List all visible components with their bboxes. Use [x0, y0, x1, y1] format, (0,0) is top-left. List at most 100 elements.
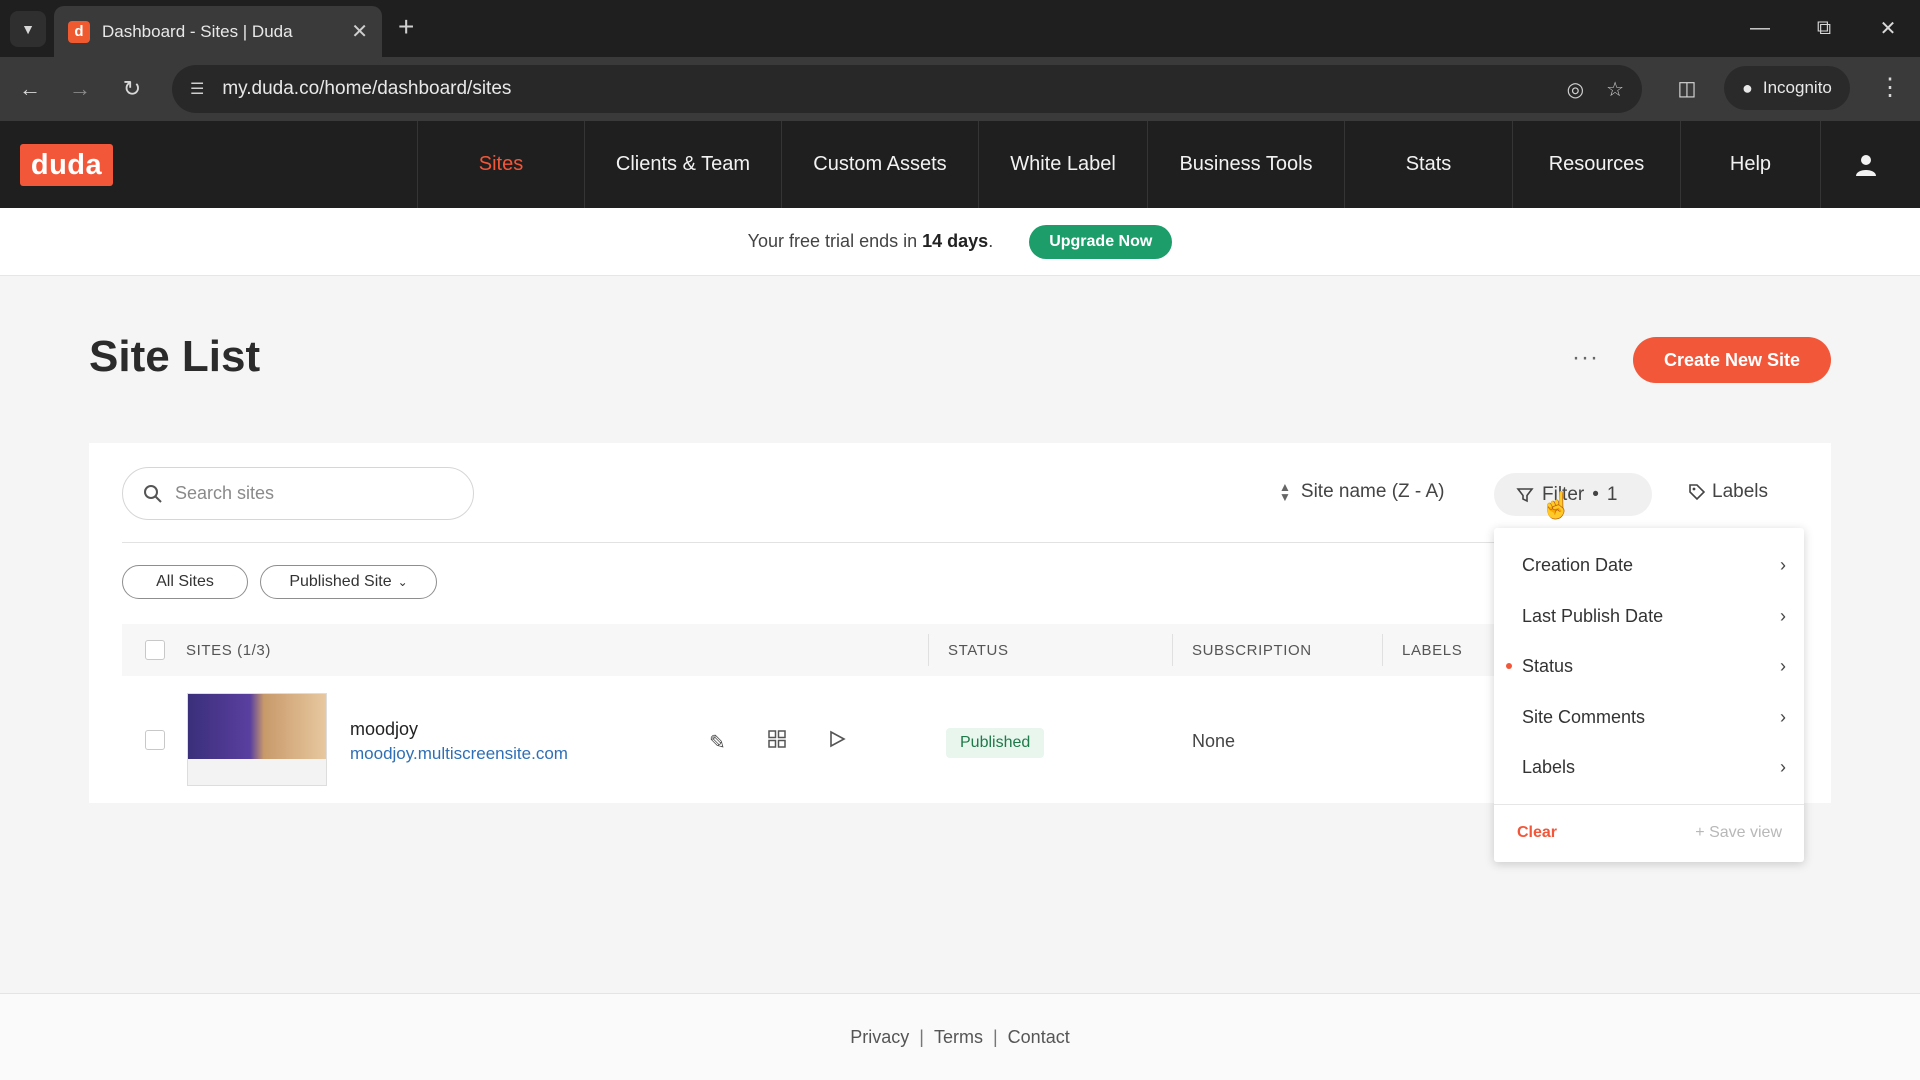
trial-days: 14 days — [922, 231, 989, 251]
site-url-link[interactable]: moodjoy.multiscreensite.com — [350, 744, 568, 764]
forward-icon[interactable]: → — [62, 71, 98, 107]
select-all-checkbox[interactable] — [145, 640, 165, 660]
window-controls: — ⧉ ✕ — [1728, 0, 1920, 57]
dashboard-grid-icon[interactable] — [768, 730, 786, 754]
favicon-icon: d — [68, 20, 90, 43]
page-title: Site List — [89, 332, 261, 381]
header-separator — [928, 634, 929, 666]
chevron-right-icon: › — [1780, 706, 1786, 727]
nav-resources[interactable]: Resources — [1513, 121, 1681, 208]
browser-tab[interactable]: d Dashboard - Sites | Duda ✕ — [54, 6, 382, 57]
save-view-label: Save view — [1709, 824, 1782, 841]
incognito-icon: ● — [1742, 77, 1753, 98]
search-icon — [144, 484, 162, 503]
trial-text: Your free trial ends in 14 days. — [748, 231, 994, 252]
edit-pencil-icon[interactable]: ✎ — [709, 730, 726, 755]
duda-logo[interactable]: duda — [20, 144, 113, 186]
app-header: duda Sites Clients & Team Custom Assets … — [0, 121, 1920, 208]
chevron-down-icon: ▼ — [21, 21, 35, 37]
filter-icon — [1516, 487, 1534, 502]
side-panel-icon[interactable]: ◫ — [1672, 73, 1702, 103]
filter-creation-date[interactable]: Creation Date › — [1494, 540, 1804, 590]
published-chip-label: Published Site — [289, 573, 392, 590]
sort-label: Site name (Z - A) — [1300, 481, 1445, 502]
privacy-link[interactable]: Privacy — [850, 1027, 909, 1048]
reload-icon[interactable]: ↻ — [114, 71, 150, 107]
trial-text-prefix: Your free trial ends in — [747, 231, 918, 251]
nav-sites[interactable]: Sites — [418, 121, 585, 208]
user-account-button[interactable] — [1821, 121, 1911, 208]
sort-dropdown[interactable]: ▲ ▼ Site name (Z - A) — [1279, 481, 1445, 503]
nav-white-label[interactable]: White Label — [979, 121, 1148, 208]
filter-labels[interactable]: Labels › — [1494, 742, 1804, 792]
header-separator — [1172, 634, 1173, 666]
chevron-right-icon: › — [1780, 605, 1786, 626]
filter-count: 1 — [1606, 483, 1618, 505]
hand-cursor-icon: ☝ — [1540, 490, 1573, 520]
header-labels: LABELS — [1402, 641, 1463, 659]
header-status: STATUS — [948, 641, 1009, 659]
contact-link[interactable]: Contact — [1008, 1027, 1070, 1048]
trial-banner: Your free trial ends in 14 days. Upgrade… — [0, 208, 1920, 276]
labels-button[interactable]: Labels — [1688, 481, 1768, 503]
filter-button[interactable]: Filter • 1 — [1494, 473, 1652, 516]
site-name[interactable]: moodjoy — [350, 719, 418, 740]
nav-stats[interactable]: Stats — [1345, 121, 1513, 208]
search-input[interactable] — [175, 483, 455, 504]
sort-icon: ▲ ▼ — [1279, 480, 1291, 504]
labels-label: Labels — [1712, 481, 1768, 502]
logo-area: duda — [0, 121, 417, 208]
site-info-icon[interactable]: ☰ — [190, 79, 204, 99]
filter-item-label: Last Publish Date — [1522, 605, 1664, 626]
row-checkbox[interactable] — [145, 730, 165, 750]
browser-tab-bar: ▼ d Dashboard - Sites | Duda ✕ + — ⧉ ✕ — [0, 0, 1920, 57]
nav-custom-assets[interactable]: Custom Assets — [782, 121, 979, 208]
nav-clients-team[interactable]: Clients & Team — [585, 121, 782, 208]
close-tab-icon[interactable]: ✕ — [351, 19, 368, 44]
filter-status[interactable]: Status › — [1494, 641, 1804, 691]
url-text[interactable]: my.duda.co/home/dashboard/sites — [222, 78, 1544, 100]
browser-menu-icon[interactable]: ⋮ — [1878, 73, 1902, 102]
star-icon[interactable]: ☆ — [1606, 77, 1624, 102]
footer: Privacy | Terms | Contact — [0, 993, 1920, 1080]
minimize-icon[interactable]: — — [1728, 0, 1792, 57]
header-subscription: SUBSCRIPTION — [1192, 641, 1312, 659]
incognito-label: Incognito — [1762, 78, 1832, 97]
preview-play-icon[interactable] — [828, 730, 846, 754]
browser-toolbar: ← → ↻ ☰ my.duda.co/home/dashboard/sites … — [0, 57, 1920, 121]
restore-icon[interactable]: ⧉ — [1792, 0, 1856, 57]
active-filter-dot — [1506, 663, 1512, 669]
header-sites: SITES (1/3) — [186, 641, 271, 659]
incognito-badge[interactable]: ● Incognito — [1724, 66, 1850, 110]
nav-business-tools[interactable]: Business Tools — [1148, 121, 1345, 208]
nav-help[interactable]: Help — [1681, 121, 1821, 208]
subscription-value: None — [1192, 731, 1236, 751]
upgrade-now-button[interactable]: Upgrade Now — [1029, 224, 1173, 259]
tab-list-button[interactable]: ▼ — [10, 11, 46, 47]
chevron-right-icon: › — [1780, 655, 1786, 676]
footer-separator: | — [992, 1026, 998, 1047]
filter-last-publish-date[interactable]: Last Publish Date › — [1494, 591, 1804, 641]
tag-icon — [1689, 484, 1706, 501]
address-bar[interactable]: ☰ my.duda.co/home/dashboard/sites ◎ ☆ — [172, 65, 1642, 113]
clear-filters-button[interactable]: Clear — [1517, 824, 1557, 842]
trial-text-suffix: . — [988, 231, 994, 251]
new-tab-icon[interactable]: + — [398, 12, 414, 42]
eye-off-icon[interactable]: ◎ — [1567, 77, 1584, 102]
more-options-icon[interactable]: ··· — [1572, 344, 1599, 372]
save-view-button[interactable]: + Save view — [1695, 824, 1782, 842]
published-site-chip[interactable]: Published Site ⌄ — [260, 565, 437, 599]
plus-icon: + — [1695, 824, 1710, 841]
filter-site-comments[interactable]: Site Comments › — [1494, 692, 1804, 742]
site-thumbnail[interactable] — [187, 693, 327, 786]
close-window-icon[interactable]: ✕ — [1856, 0, 1920, 57]
create-new-site-button[interactable]: Create New Site — [1633, 337, 1831, 383]
thumbnail-strip — [188, 759, 326, 785]
filter-item-label: Site Comments — [1522, 706, 1646, 727]
search-box[interactable] — [122, 467, 474, 520]
filter-dropdown: Creation Date › Last Publish Date › Stat… — [1494, 528, 1804, 862]
back-icon[interactable]: ← — [12, 71, 48, 107]
footer-separator: | — [919, 1026, 924, 1047]
terms-link[interactable]: Terms — [934, 1027, 983, 1048]
all-sites-chip[interactable]: All Sites — [122, 565, 248, 599]
